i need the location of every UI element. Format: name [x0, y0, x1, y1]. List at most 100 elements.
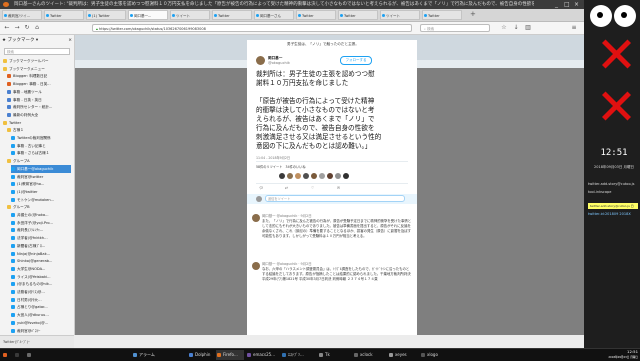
- tab[interactable]: Twitter: [338, 10, 378, 20]
- tab[interactable]: ツイート: [380, 10, 420, 20]
- tray-clock[interactable]: 12:51 2018年09月03日 月曜日: [598, 349, 640, 361]
- tab[interactable]: Twitter: [212, 10, 252, 20]
- bookmark-icon: [11, 197, 15, 202]
- tab-label: 裁判官/ツイ...: [8, 14, 31, 18]
- bookmark-icon: [11, 266, 15, 271]
- taskbar-item[interactable]: [26, 350, 36, 360]
- tweet-stats[interactable]: 58件のリツイート 34件のいいね: [256, 164, 306, 169]
- maximize-button[interactable]: □: [564, 0, 570, 9]
- tweet-quote-line: 刺激満足させる又は満足させるという性的: [256, 133, 382, 141]
- tab-label: 岡口基一...: [134, 14, 152, 18]
- xlogo-icon: [600, 90, 632, 122]
- twitter-icon: [298, 14, 301, 17]
- bookmarks-icon[interactable]: ☆: [500, 24, 508, 32]
- direct-message-icon[interactable]: ✉: [337, 186, 340, 190]
- taskbar-item[interactable]: Firefo...: [216, 350, 244, 360]
- forward-arrow-icon[interactable]: →: [13, 24, 21, 32]
- follow-button[interactable]: フォローする: [340, 56, 372, 65]
- taskbar-item-label: ｴｽﾃﾌﾞｿ...: [288, 352, 304, 357]
- bookmark-icon: [7, 82, 11, 87]
- taskbar-item[interactable]: Tk: [318, 350, 348, 360]
- tab[interactable]: ツイート: [170, 10, 210, 20]
- widget-line: tool-inkscape: [588, 190, 612, 194]
- avatar[interactable]: [252, 262, 260, 270]
- avatar[interactable]: [256, 56, 265, 65]
- close-icon[interactable]: ×: [68, 37, 72, 45]
- avatar[interactable]: [335, 173, 341, 179]
- bookmark-label: 法務者(@ﾐｽ)@...: [17, 290, 45, 294]
- bookmark-icon: [11, 251, 15, 256]
- taskbar-item[interactable]: [14, 350, 24, 360]
- taskbar-item[interactable]: [2, 350, 12, 360]
- bookmark-icon: [3, 59, 7, 63]
- clock-date: 2018年09月03日 月曜日: [594, 165, 634, 169]
- app-icon: [421, 353, 425, 357]
- tab[interactable]: 岡口基一さん: [254, 10, 294, 20]
- taskbar-item[interactable]: Dolphin: [188, 350, 214, 360]
- bookmark-label: 事務 - 地震ツール: [13, 89, 42, 94]
- tab[interactable]: Twitter: [44, 10, 84, 20]
- title-bar[interactable]: 岡口基一さんのツイート: "裁判所は：男子生徒の主張を認めつつ慰謝料１０万円支払…: [0, 0, 584, 9]
- reply-icon[interactable]: 💬︎: [259, 186, 264, 190]
- previous-tweet-text: 男子生徒は、「ノリ」で触ったのだと主張。: [287, 42, 359, 46]
- reload-icon[interactable]: ↻: [23, 24, 31, 32]
- bookmark-label: 日村男(@ﾀｶﾋ...: [17, 297, 42, 302]
- twitter-icon: [172, 14, 175, 17]
- tab[interactable]: Twitter: [296, 10, 336, 20]
- taskbar-item[interactable]: ｴｽﾃﾌﾞｿ...: [281, 350, 315, 360]
- bookmark-icon: [7, 159, 11, 164]
- taskbar-item[interactable]: xlogo: [420, 350, 452, 360]
- bookmark-label: モトケン@motoken...: [17, 197, 55, 202]
- avatar[interactable]: [319, 173, 325, 179]
- app-icon: [247, 353, 251, 357]
- sidebar-search-input[interactable]: 検索: [4, 48, 70, 55]
- bookmark-icon: [7, 205, 11, 210]
- tab-active[interactable]: 岡口基一...: [128, 10, 168, 20]
- twitter-icon: [46, 14, 49, 17]
- avatar[interactable]: [303, 173, 309, 179]
- bookmark-label: 裁判所センター・統計...: [13, 105, 53, 110]
- new-tab-plus-icon[interactable]: +: [470, 10, 476, 18]
- search-input[interactable]: ⌕ 検索: [420, 24, 490, 32]
- download-icon[interactable]: ↓: [512, 24, 520, 32]
- back-arrow-icon[interactable]: ←: [3, 24, 11, 32]
- menu-icon[interactable]: ≡: [570, 24, 578, 32]
- library-icon[interactable]: ▥: [524, 24, 532, 32]
- home-icon[interactable]: ⌂: [33, 24, 41, 32]
- taskbar-item[interactable]: xeyes: [388, 350, 416, 360]
- twitter-icon: [88, 14, 91, 17]
- avatar[interactable]: [311, 173, 317, 179]
- avatar[interactable]: [252, 214, 260, 222]
- avatar[interactable]: [327, 173, 333, 179]
- url-bar[interactable]: 🔒︎ https://twitter.com/okaguchik/status/…: [92, 24, 412, 32]
- tab[interactable]: 裁判官/ツイ...: [2, 10, 42, 20]
- app-icon: [319, 353, 323, 357]
- taskbar-item[interactable]: xclock: [353, 350, 385, 360]
- bookmark-icon: [3, 66, 7, 71]
- avatar[interactable]: [279, 173, 285, 179]
- close-button[interactable]: ×: [574, 0, 579, 9]
- bookmark-icon: [7, 105, 11, 110]
- twitter-icon: [130, 14, 133, 17]
- app-icon: [389, 353, 393, 357]
- taskbar-item[interactable]: アラーム: [132, 350, 172, 360]
- retweet-icon[interactable]: ⇄: [285, 186, 288, 190]
- sidebar-header[interactable]: ★ ブックマーク ▾ ×: [2, 37, 72, 45]
- tab-label: ツイート: [176, 14, 190, 18]
- like-icon[interactable]: ♡: [311, 186, 314, 190]
- avatar[interactable]: [295, 173, 301, 179]
- bookmark-icon: [11, 320, 15, 325]
- avatar[interactable]: [343, 173, 349, 179]
- reply-input[interactable]: 返信をツイート: [265, 195, 405, 202]
- tweet-timestamp[interactable]: 11:04 - 2018年9月2日: [256, 155, 290, 160]
- tab-bar: 裁判官/ツイ... Twitter (1) Twitter 岡口基一... ツイ…: [0, 9, 584, 22]
- tray-date: 2018年09月03日 月曜日: [608, 356, 638, 359]
- avatar[interactable]: [287, 173, 293, 179]
- taskbar-item[interactable]: emacs25...: [246, 350, 278, 360]
- tab[interactable]: (1) Twitter: [86, 10, 126, 20]
- bookmark-label: 法学者(@fnktkh...: [17, 236, 48, 241]
- bookmark-label: (1)@twitter: [17, 189, 38, 194]
- tab[interactable]: Twitter: [422, 10, 462, 20]
- minimize-button[interactable]: _: [555, 0, 558, 9]
- bookmark-label: ブックマークツールバー: [9, 59, 49, 63]
